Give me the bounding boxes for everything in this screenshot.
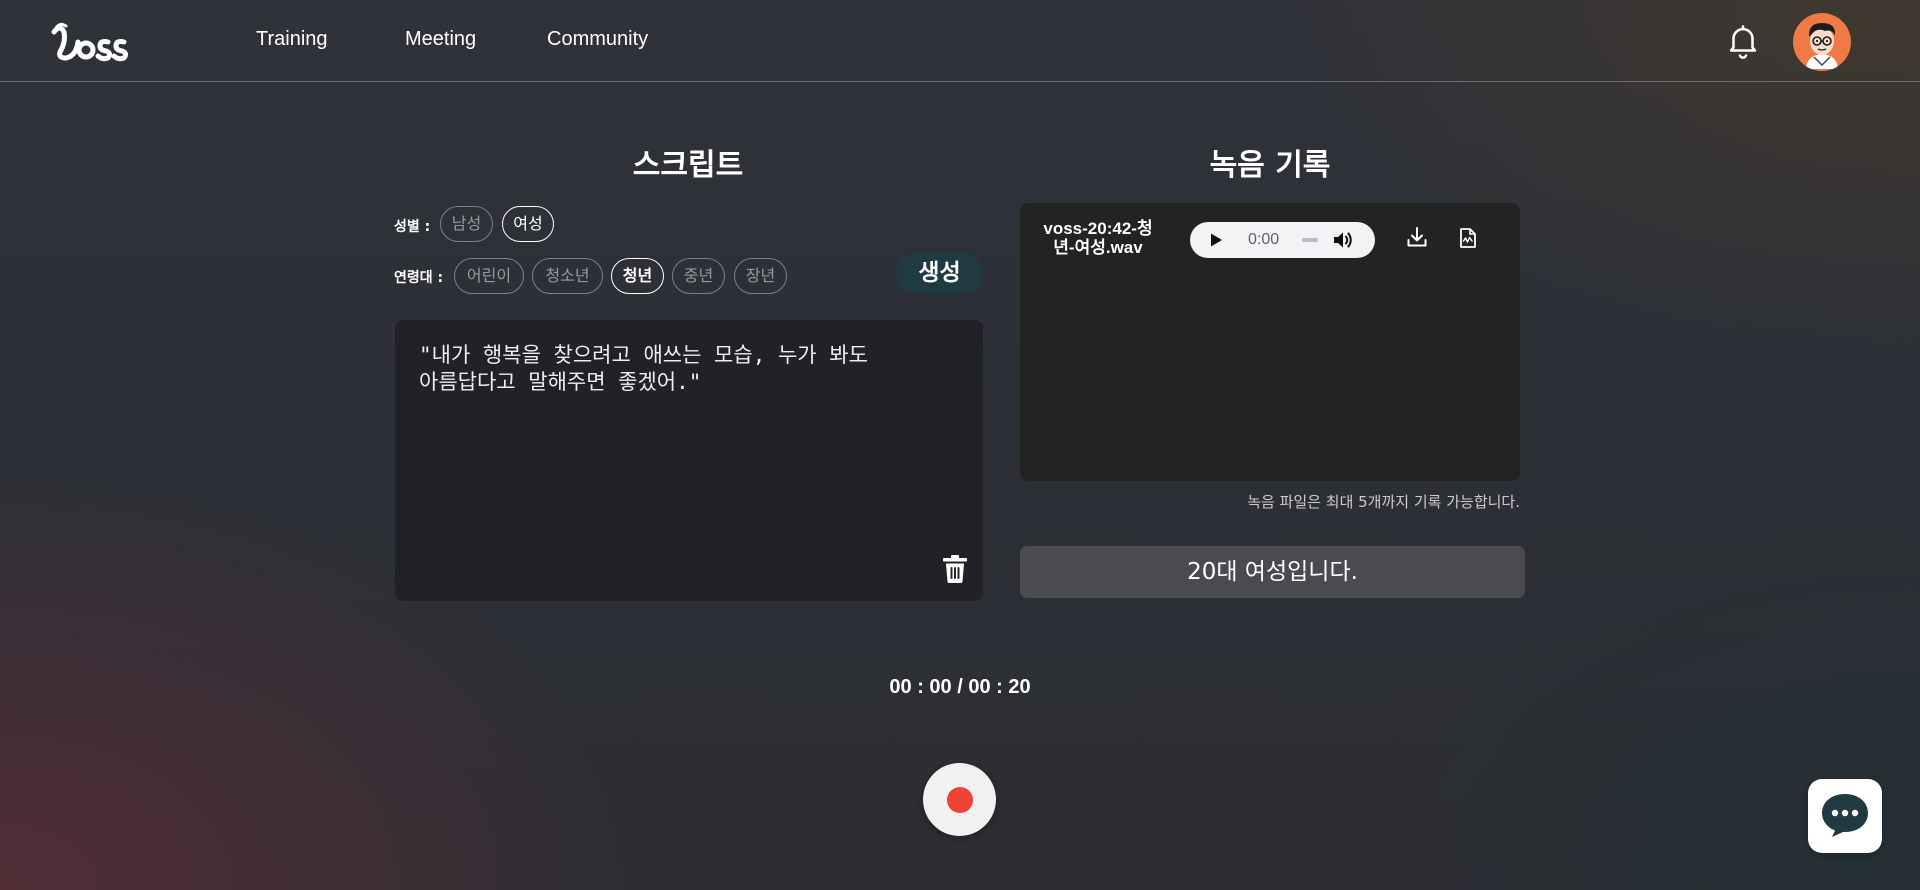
volume-icon[interactable] bbox=[1332, 230, 1354, 250]
trash-icon[interactable] bbox=[941, 554, 969, 584]
age-option-middle-aged[interactable]: 중년 bbox=[672, 258, 725, 294]
audio-progress-bar[interactable] bbox=[1302, 238, 1318, 242]
age-option-young-adult[interactable]: 청년 bbox=[611, 258, 664, 294]
play-icon[interactable] bbox=[1208, 232, 1224, 248]
bell-icon[interactable] bbox=[1724, 22, 1762, 60]
recording-filename: voss-20:42-청년-여성.wav bbox=[1043, 219, 1153, 257]
age-option-teen[interactable]: 청소년 bbox=[532, 258, 603, 294]
record-history-title: 녹음 기록 bbox=[1209, 148, 1331, 183]
recording-timer: 00 : 00 / 00 : 20 bbox=[889, 676, 1031, 698]
script-box: "내가 행복을 찾으려고 애쓰는 모습, 누가 봐도 아름답다고 말해주면 좋겠… bbox=[395, 320, 983, 601]
download-icon[interactable] bbox=[1405, 225, 1429, 249]
record-limit-note: 녹음 파일은 최대 5개까지 기록 가능합니다. bbox=[1247, 493, 1520, 511]
nav-community[interactable]: Community bbox=[547, 28, 648, 51]
script-title: 스크립트 bbox=[632, 148, 744, 183]
record-icon bbox=[947, 787, 973, 813]
transcript-icon[interactable] bbox=[1457, 227, 1479, 249]
chat-button[interactable] bbox=[1808, 779, 1882, 853]
script-text: "내가 행복을 찾으려고 애쓰는 모습, 누가 봐도 아름답다고 말해주면 좋겠… bbox=[419, 343, 868, 394]
avatar[interactable] bbox=[1793, 13, 1851, 71]
record-button[interactable] bbox=[923, 763, 996, 836]
age-label: 연령대 : bbox=[394, 270, 444, 286]
nav-meeting[interactable]: Meeting bbox=[405, 28, 476, 51]
voss-logo[interactable] bbox=[50, 18, 130, 66]
chat-icon bbox=[1822, 794, 1868, 837]
gender-label: 성별 : bbox=[394, 219, 431, 235]
age-option-senior[interactable]: 장년 bbox=[734, 258, 787, 294]
gender-option-female[interactable]: 여성 bbox=[502, 206, 554, 242]
age-option-child[interactable]: 어린이 bbox=[454, 258, 524, 294]
record-history-box: voss-20:42-청년-여성.wav 0:00 bbox=[1020, 203, 1520, 481]
nav-training[interactable]: Training bbox=[256, 28, 328, 51]
generate-button[interactable]: 생성 bbox=[896, 252, 983, 294]
top-nav: Training Meeting Community bbox=[0, 0, 1920, 82]
audio-time: 0:00 bbox=[1248, 231, 1280, 248]
gender-option-male[interactable]: 남성 bbox=[440, 206, 493, 242]
avatar-face-icon bbox=[1806, 23, 1838, 69]
analysis-result: 20대 여성입니다. bbox=[1020, 546, 1525, 598]
audio-player[interactable]: 0:00 bbox=[1190, 222, 1375, 258]
